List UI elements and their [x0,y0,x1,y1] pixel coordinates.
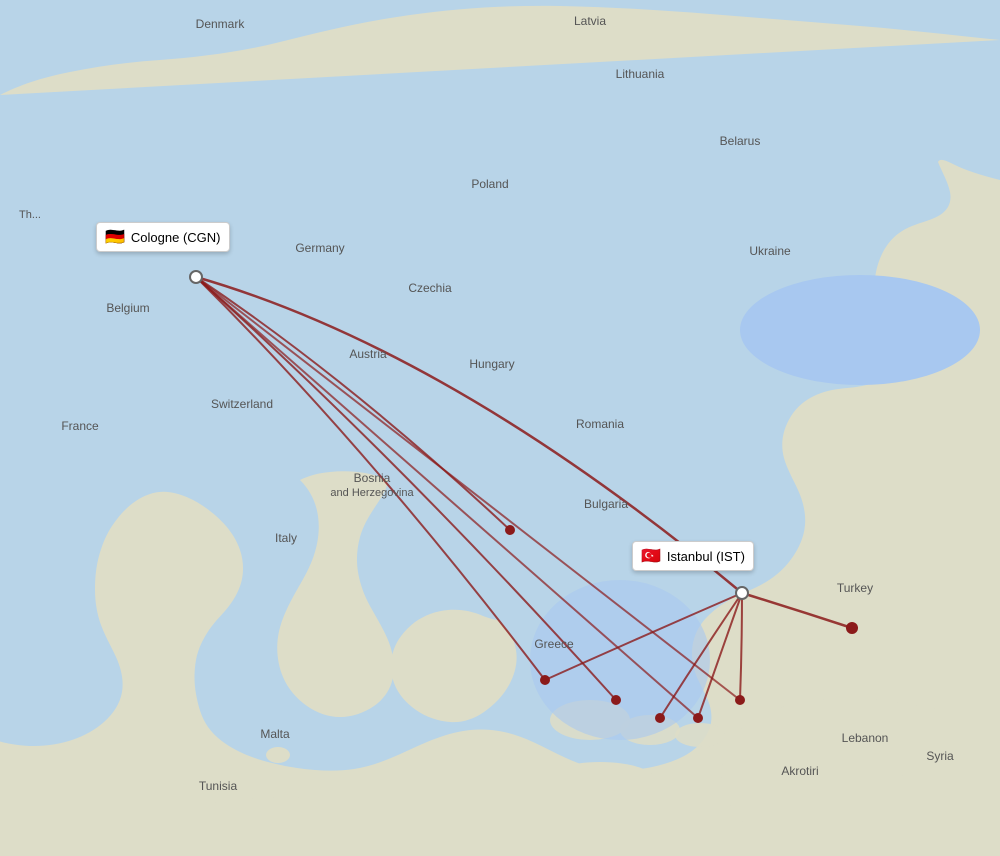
geo-label-romania: Romania [576,417,624,431]
geo-label-belarus: Belarus [720,134,761,148]
cologne-airport-name: Cologne (CGN) [131,230,221,245]
istanbul-airport-label: 🇹🇷 Istanbul (IST) [632,541,754,571]
cologne-airport-label: 🇩🇪 Cologne (CGN) [96,222,230,252]
geo-label-latvia: Latvia [574,14,606,28]
map-svg: Latvia Lithuania Denmark Belarus Poland … [0,0,1000,856]
geo-label-italy: Italy [275,531,297,545]
geo-label-bosnia2: and Herzegovina [330,487,414,499]
geo-label-malta: Malta [260,727,290,741]
geo-label-switzerland: Switzerland [211,397,273,411]
geo-label-turkey: Turkey [837,581,873,595]
geo-label-syria: Syria [926,749,954,763]
geo-label-france: France [61,419,99,433]
geo-label-austria: Austria [349,347,387,361]
geo-label-czechia: Czechia [408,281,452,295]
geo-label-tunisia: Tunisia [199,779,238,793]
istanbul-airport-name: Istanbul (IST) [667,549,745,564]
turkey-flag: 🇹🇷 [641,546,661,566]
geo-label-lebanon: Lebanon [842,731,889,745]
geo-label-poland: Poland [471,177,508,191]
geo-label-belgium: Belgium [106,301,149,315]
geo-label-lithuania: Lithuania [616,67,665,81]
geo-label-hungary: Hungary [469,357,514,371]
geo-label-bosnia1: Bosnia [354,471,391,485]
geo-label-bulgaria: Bulgaria [584,497,628,511]
geo-label-akrotiri: Akrotiri [781,764,818,778]
geo-label-uk: Th... [19,209,41,221]
map-container: Latvia Lithuania Denmark Belarus Poland … [0,0,1000,856]
geo-label-greece: Greece [534,637,574,651]
geo-label-germany: Germany [295,241,344,255]
germany-flag: 🇩🇪 [105,227,125,247]
geo-label-denmark: Denmark [196,17,246,31]
geo-label-ukraine: Ukraine [749,244,791,258]
